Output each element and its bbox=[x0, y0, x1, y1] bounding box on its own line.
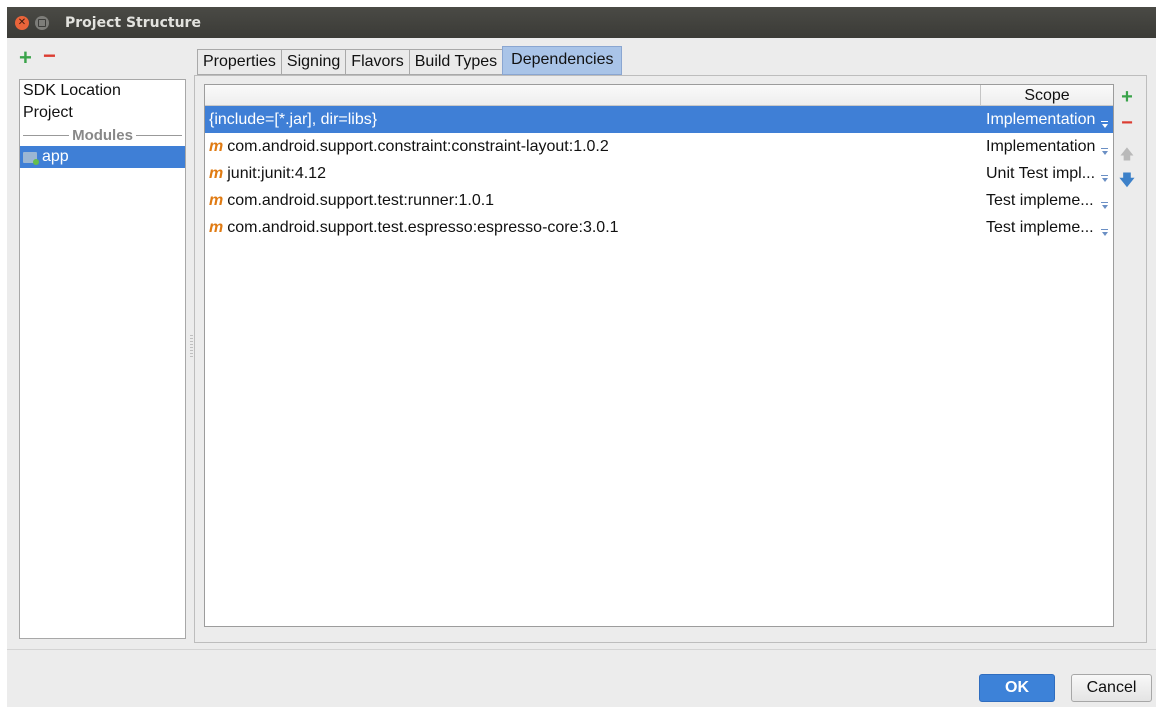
list-item-project[interactable]: Project bbox=[20, 102, 185, 124]
maven-library-icon: m bbox=[209, 164, 224, 182]
module-folder-icon bbox=[23, 151, 39, 165]
tab-signing[interactable]: Signing bbox=[280, 49, 346, 75]
table-row[interactable]: m junit:junit:4.12 Unit Test impl... bbox=[205, 160, 1113, 187]
scope-dropdown[interactable]: Unit Test impl... bbox=[986, 165, 1110, 183]
scope-dropdown[interactable]: Test impleme... bbox=[986, 192, 1110, 210]
scope-value: Test impleme... bbox=[986, 191, 1094, 209]
tab-bar: Properties Signing Flavors Build Types D… bbox=[197, 46, 623, 75]
remove-module-button[interactable]: − bbox=[43, 45, 56, 67]
scope-column-header[interactable]: Scope bbox=[981, 85, 1113, 106]
tab-build-types[interactable]: Build Types bbox=[408, 49, 503, 75]
ok-button[interactable]: OK bbox=[979, 674, 1055, 702]
dependency-name: junit:junit:4.12 bbox=[227, 164, 326, 182]
tab-dependencies[interactable]: Dependencies bbox=[502, 46, 623, 75]
add-module-button[interactable]: + bbox=[19, 47, 32, 69]
scope-value: Implementation bbox=[986, 110, 1096, 128]
maven-library-icon: m bbox=[209, 137, 224, 155]
dependency-name-cell: m com.android.support.constraint:constrai… bbox=[209, 138, 609, 156]
window-close-button[interactable]: ✕ bbox=[15, 15, 29, 30]
maven-library-icon: m bbox=[209, 218, 224, 236]
cancel-button[interactable]: Cancel bbox=[1071, 674, 1152, 702]
separator-line bbox=[135, 134, 182, 136]
minus-icon: − bbox=[1121, 112, 1133, 134]
scope-dropdown[interactable]: Test impleme... bbox=[986, 219, 1110, 237]
table-header: Scope bbox=[205, 85, 1113, 106]
scope-dropdown[interactable]: Implementation bbox=[986, 111, 1110, 129]
maven-library-icon: m bbox=[209, 191, 224, 209]
dependency-name: com.android.support.constraint:constrain… bbox=[227, 137, 609, 155]
separator-line bbox=[23, 134, 70, 136]
plus-icon: + bbox=[19, 45, 32, 70]
dropdown-arrow-icon bbox=[1101, 201, 1108, 210]
dependency-name: com.android.support.test:runner:1.0.1 bbox=[227, 191, 495, 209]
table-row[interactable]: m com.android.support.test.espresso:espre… bbox=[205, 214, 1113, 241]
table-row[interactable]: m com.android.support.test:runner:1.0.1 T… bbox=[205, 187, 1113, 214]
splitter-handle[interactable] bbox=[190, 335, 193, 357]
module-label: app bbox=[42, 148, 69, 165]
window-minimize-button[interactable] bbox=[35, 15, 49, 30]
scope-value: Implementation bbox=[986, 137, 1096, 155]
footer-divider bbox=[7, 649, 1156, 650]
add-dependency-button[interactable]: + bbox=[1119, 87, 1135, 107]
dependency-name-cell: m junit:junit:4.12 bbox=[209, 165, 326, 183]
move-down-button[interactable]: 🡇 bbox=[1119, 170, 1135, 195]
dropdown-arrow-icon bbox=[1101, 120, 1108, 129]
scope-dropdown[interactable]: Implementation bbox=[986, 138, 1110, 156]
table-row[interactable]: m com.android.support.constraint:constrai… bbox=[205, 133, 1113, 160]
dependency-name-cell: m com.android.support.test:runner:1.0.1 bbox=[209, 192, 494, 210]
tab-flavors[interactable]: Flavors bbox=[345, 49, 409, 75]
list-item-module-app[interactable]: app bbox=[20, 146, 185, 168]
window-title: Project Structure bbox=[65, 14, 201, 31]
table-row[interactable]: {include=[*.jar], dir=libs} Implementati… bbox=[205, 106, 1113, 133]
scope-value: Unit Test impl... bbox=[986, 164, 1096, 182]
dropdown-arrow-icon bbox=[1101, 228, 1108, 237]
tab-properties[interactable]: Properties bbox=[197, 49, 281, 75]
remove-dependency-button[interactable]: − bbox=[1119, 113, 1135, 133]
dropdown-arrow-icon bbox=[1101, 147, 1108, 156]
arrow-down-icon: 🡇 bbox=[1119, 172, 1135, 189]
project-structure-dialog: ✕ Project Structure + − SDK Location Pro… bbox=[7, 7, 1156, 707]
title-bar: ✕ Project Structure bbox=[7, 7, 1156, 38]
dependency-name: com.android.support.test.espresso:espres… bbox=[227, 218, 619, 236]
dependency-name: {include=[*.jar], dir=libs} bbox=[209, 110, 378, 128]
move-up-button[interactable]: 🡅 bbox=[1119, 144, 1135, 168]
modules-header: Modules bbox=[72, 126, 133, 144]
dropdown-arrow-icon bbox=[1101, 174, 1108, 183]
structure-list: SDK Location Project Modules app bbox=[19, 79, 186, 639]
close-icon: ✕ bbox=[17, 16, 27, 28]
plus-icon: + bbox=[1121, 86, 1133, 108]
arrow-up-icon: 🡅 bbox=[1119, 146, 1135, 162]
modules-separator: Modules bbox=[20, 124, 185, 146]
dependency-name-cell: m com.android.support.test.espresso:espre… bbox=[209, 219, 619, 237]
minus-icon: − bbox=[43, 43, 56, 68]
dependencies-table: Scope {include=[*.jar], dir=libs} Implem… bbox=[204, 84, 1114, 627]
list-item-sdk-location[interactable]: SDK Location bbox=[20, 80, 185, 102]
scope-value: Test impleme... bbox=[986, 218, 1094, 236]
